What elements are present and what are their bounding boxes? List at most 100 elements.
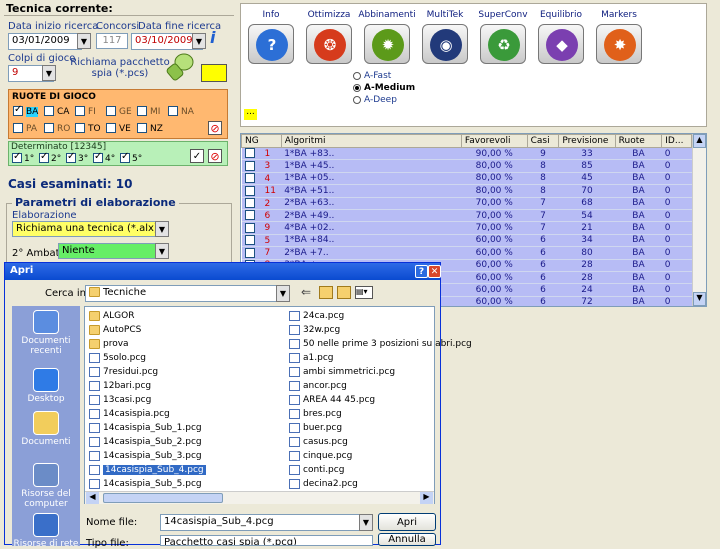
file-item[interactable]: 14casispia_Sub_5.pcg [89, 478, 202, 491]
elaborazione-select[interactable]: Richiama una tecnica (*.alx) [12, 221, 169, 237]
determinato-4[interactable]: 4° [93, 151, 115, 164]
colpi-dropdown[interactable]: ▼ [42, 65, 56, 81]
file-item[interactable]: cinque.pcg [289, 450, 352, 463]
scroll-right-icon[interactable]: ▶ [420, 492, 433, 504]
place-documents[interactable]: Documenti [12, 411, 80, 447]
table-row[interactable]: 1 1*BA +83.. 90,00 % 9 33 BA 0 [241, 147, 692, 161]
tool-multitek[interactable]: MultiTek ◉ [415, 10, 475, 64]
file-item[interactable]: conti.pcg [289, 464, 344, 477]
date-start-field[interactable]: 03/01/2009 [8, 33, 82, 50]
close-button[interactable]: ✕ [428, 265, 441, 278]
file-item[interactable]: 5solo.pcg [89, 352, 146, 365]
row-checkbox[interactable] [244, 235, 255, 246]
checkbox[interactable] [13, 123, 23, 133]
cancel-button[interactable]: Annulla [378, 533, 436, 546]
checkbox[interactable] [137, 123, 147, 133]
row-checkbox[interactable] [244, 148, 255, 159]
ruota-ro[interactable]: RO [44, 123, 70, 134]
file-item[interactable]: 12bari.pcg [89, 380, 151, 393]
ruota-fi[interactable]: FI [75, 106, 96, 117]
nome-file-input[interactable]: 14casispia_Sub_4.pcg [160, 514, 373, 531]
column-header[interactable]: Ruote [614, 134, 663, 148]
checkbox[interactable] [66, 151, 76, 163]
ambata-dropdown[interactable]: ▼ [155, 243, 169, 259]
row-checkbox[interactable] [244, 198, 255, 208]
file-item[interactable]: 7residui.pcg [89, 366, 158, 379]
flashlight-icon[interactable] [166, 52, 194, 82]
info-icon[interactable]: i [210, 28, 224, 48]
file-item[interactable]: 14casispia_Sub_1.pcg [89, 422, 202, 435]
file-item[interactable]: 32w.pcg [289, 324, 340, 337]
checkbox[interactable] [75, 123, 85, 133]
checkbox[interactable] [93, 151, 103, 163]
tool-superconv[interactable]: SuperConv ♻ [473, 10, 533, 64]
file-item[interactable]: a1.pcg [289, 352, 333, 365]
ruota-ca[interactable]: CA [44, 106, 69, 117]
checkbox[interactable] [106, 106, 116, 116]
checkbox[interactable] [168, 106, 178, 116]
checkbox[interactable] [120, 151, 130, 163]
file-item[interactable]: 14casispia_Sub_4.pcg [89, 464, 206, 477]
column-header[interactable]: ID... [661, 134, 692, 148]
folder-item[interactable]: AutoPCS [89, 324, 141, 337]
checkbox[interactable] [44, 123, 54, 133]
radio[interactable] [353, 71, 361, 80]
checkbox[interactable] [39, 151, 49, 163]
table-row[interactable]: 11 4*BA +51.. 80,00 % 8 70 BA 0 [241, 184, 692, 198]
check-all-button[interactable]: ✓ [190, 149, 204, 163]
determinato-3[interactable]: 3° [66, 151, 88, 164]
ruota-ve[interactable]: VE [106, 123, 131, 134]
date-start-dropdown[interactable]: ▼ [77, 33, 91, 49]
tool-equilibrio[interactable]: Equilibrio ◆ [531, 10, 591, 64]
scroll-left-icon[interactable]: ◀ [86, 492, 99, 504]
table-scrollbar[interactable]: ▲ ▼ [692, 134, 706, 306]
tool-info[interactable]: Info? [241, 10, 301, 64]
mode-a-fast[interactable]: A-Fast [353, 71, 415, 83]
horizontal-scrollbar[interactable]: ◀ ▶ [85, 491, 434, 504]
clear-ruote-button[interactable]: ⊘ [208, 121, 222, 135]
column-header[interactable]: NG [241, 134, 282, 148]
folder-item[interactable]: ALGOR [89, 310, 134, 323]
ruota-mi[interactable]: MI [137, 106, 160, 117]
date-end-dropdown[interactable]: ▼ [192, 33, 206, 49]
file-item[interactable]: 13casi.pcg [89, 394, 151, 407]
place-network[interactable]: Risorse di rete [12, 513, 80, 549]
cerca-in-select[interactable]: Tecniche [85, 285, 290, 302]
file-item[interactable]: 14casispia.pcg [89, 408, 170, 421]
markers-icon[interactable]: ✸ [596, 24, 642, 64]
info-icon[interactable]: ? [248, 24, 294, 64]
clear-determinato-button[interactable]: ⊘ [208, 149, 222, 163]
more-button[interactable]: ... [244, 108, 257, 120]
superconv-icon[interactable]: ♻ [480, 24, 526, 64]
help-button[interactable]: ? [415, 265, 428, 278]
column-header[interactable]: Favorevoli [460, 134, 528, 148]
mode-a-deep[interactable]: A-Deep [353, 95, 415, 107]
tool-markers[interactable]: Markers ✸ [589, 10, 649, 64]
table-row[interactable]: 6 2*BA +49.. 70,00 % 7 54 BA 0 [241, 209, 692, 223]
radio[interactable] [353, 95, 361, 104]
abbinamenti-icon[interactable]: ✹ [364, 24, 410, 64]
determinato-1[interactable]: 1° [12, 151, 34, 164]
ruota-ge[interactable]: GE [106, 106, 132, 117]
determinato-5[interactable]: 5° [120, 151, 142, 164]
column-header[interactable]: Previsione [558, 134, 616, 148]
ruota-nz[interactable]: NZ [137, 123, 163, 134]
scroll-up-icon[interactable]: ▲ [693, 134, 706, 148]
radio[interactable] [353, 83, 361, 92]
table-row[interactable]: 7 2*BA +7.. 60,00 % 6 80 BA 0 [241, 246, 692, 260]
place-computer[interactable]: Risorse del computer [12, 463, 80, 509]
place-recent-docs[interactable]: Documenti recenti [12, 310, 80, 356]
cerca-in-dropdown[interactable]: ▼ [276, 285, 290, 302]
ambata-select[interactable]: Niente [58, 243, 169, 259]
table-row[interactable]: 5 1*BA +84.. 60,00 % 6 34 BA 0 [241, 234, 692, 248]
equilibrio-icon[interactable]: ◆ [538, 24, 584, 64]
up-folder-icon[interactable] [319, 286, 333, 299]
folder-item[interactable]: prova [89, 338, 129, 351]
row-checkbox[interactable] [244, 185, 255, 196]
row-checkbox[interactable] [244, 247, 255, 258]
column-header[interactable]: Algoritmi [280, 134, 462, 148]
tool-abbinamenti[interactable]: Abbinamenti ✹ [357, 10, 417, 64]
file-item[interactable]: casus.pcg [289, 436, 348, 449]
row-checkbox[interactable] [244, 222, 255, 233]
table-row[interactable]: 3 1*BA +45.. 80,00 % 8 85 BA 0 [241, 159, 692, 173]
